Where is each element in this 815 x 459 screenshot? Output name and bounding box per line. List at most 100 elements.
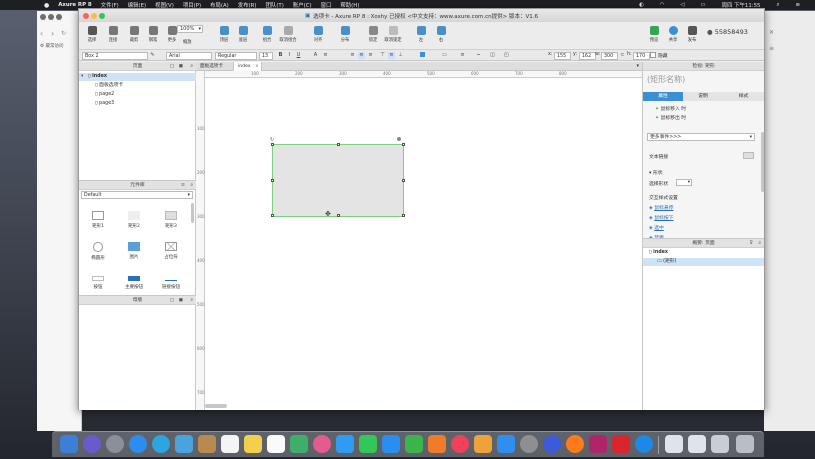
page-item-page3[interactable]: ▯ page3	[79, 100, 196, 108]
select-shape-dropdown[interactable]: ▾	[676, 179, 692, 186]
page-item-tab-panel[interactable]: ▯ 面板选项卡	[79, 82, 196, 90]
resize-handle[interactable]	[271, 179, 274, 182]
style-edit-icon[interactable]: ✎	[149, 52, 156, 59]
bold-icon[interactable]: B	[277, 52, 284, 59]
italic-icon[interactable]: I	[286, 52, 293, 59]
app-store-icon[interactable]	[497, 435, 515, 453]
border-width-icon[interactable]: ≡	[459, 52, 466, 59]
resize-handle[interactable]	[337, 143, 340, 146]
axure-rp-icon[interactable]	[589, 435, 607, 453]
right-button[interactable]: 右	[430, 24, 452, 46]
resize-handle[interactable]	[271, 214, 274, 217]
canvas-scrollbar[interactable]	[205, 404, 227, 408]
bookmark-most-visited[interactable]: ⚙ 最常访问	[40, 43, 63, 49]
resize-handle[interactable]	[402, 214, 405, 217]
align-left-icon[interactable]: ≡	[349, 52, 356, 59]
tab-index[interactable]: index ×	[234, 62, 262, 71]
page-item-index[interactable]: ▾ ▯ index	[79, 73, 196, 81]
widget-link-button[interactable]: 链接按钮	[158, 276, 184, 290]
firefox-icon[interactable]	[566, 435, 584, 453]
reload-icon[interactable]: ↻	[61, 30, 66, 37]
tab-notes[interactable]: 说明	[683, 92, 723, 101]
more-events-select[interactable]: 更多事件>>> ▾	[647, 133, 755, 141]
finder-icon[interactable]	[60, 435, 78, 453]
widget-button[interactable]: 按钮	[85, 276, 111, 290]
browser-zoom-button[interactable]	[56, 14, 62, 20]
outline-item-rectangle[interactable]: ▭ (矩形)	[643, 258, 764, 266]
facetime-icon[interactable]	[359, 435, 377, 453]
hidden-checkbox[interactable]	[650, 52, 656, 58]
outline-item-page[interactable]: ▯ index	[643, 249, 764, 257]
ungroup-button[interactable]: 取消组合	[277, 24, 299, 46]
shape-section-header[interactable]: ▾ 形状	[649, 169, 663, 176]
zoom-select[interactable]: 100% ▾	[177, 25, 203, 33]
group-button[interactable]: 组合	[256, 24, 278, 46]
safari-icon[interactable]	[129, 435, 147, 453]
browser-close-button[interactable]	[40, 14, 46, 20]
system-preferences-icon[interactable]	[520, 435, 538, 453]
books-icon[interactable]	[474, 435, 492, 453]
widget-box3[interactable]: 矩形3	[158, 211, 184, 229]
numbers-icon[interactable]	[405, 435, 423, 453]
search-icon[interactable]: ⌕	[758, 239, 761, 248]
minimize-button[interactable]	[91, 12, 97, 19]
menu-icon[interactable]: ≡	[181, 181, 185, 190]
event-mouse-leave[interactable]: ✦ 鼠标移出 时	[655, 114, 686, 121]
text-link-button[interactable]	[743, 152, 754, 159]
bullet-list-icon[interactable]: ≡	[322, 52, 329, 59]
resize-handle[interactable]	[271, 143, 274, 146]
music-icon[interactable]	[451, 435, 469, 453]
reminders-icon[interactable]	[267, 435, 285, 453]
telegram-icon[interactable]	[152, 435, 170, 453]
fill-color-icon[interactable]	[419, 52, 426, 59]
close-button[interactable]	[83, 12, 89, 19]
notes-icon[interactable]	[244, 435, 262, 453]
tab-style[interactable]: 样式	[723, 92, 764, 101]
messages-icon[interactable]	[336, 435, 354, 453]
add-page-icon[interactable]: ▢	[169, 62, 174, 71]
maps-icon[interactable]	[290, 435, 308, 453]
page-item-page2[interactable]: ▯ page2	[79, 91, 196, 99]
left-button[interactable]: 左	[410, 24, 432, 46]
inspector-scrollbar[interactable]	[761, 132, 764, 192]
photos-icon[interactable]	[175, 435, 193, 453]
shape-name-input[interactable]: (矩形名称)	[647, 74, 759, 86]
tabs-menu-icon[interactable]: ▾	[636, 62, 639, 71]
lock-ratio-icon[interactable]: ⊂	[619, 52, 626, 59]
style-link-selected[interactable]: ◈ 选中	[649, 224, 664, 231]
search-icon[interactable]: ⌕	[776, 2, 779, 9]
font-family-select[interactable]: Arial	[166, 51, 212, 60]
screenshots-stack-icon[interactable]	[711, 435, 729, 453]
border-style-icon[interactable]: ┅	[475, 52, 482, 59]
resize-handle[interactable]	[402, 143, 405, 146]
siri-icon[interactable]	[83, 435, 101, 453]
send-back-button[interactable]: 底层	[232, 24, 254, 46]
pages-icon[interactable]	[428, 435, 446, 453]
x-input[interactable]: 155	[554, 51, 571, 60]
trash-icon[interactable]	[736, 435, 754, 453]
align-right-icon[interactable]: ≡	[367, 52, 374, 59]
filter-icon[interactable]: ⊽	[749, 239, 753, 248]
corner-icon[interactable]: ◰	[503, 52, 510, 59]
add-folder-icon[interactable]: ▣	[178, 62, 183, 71]
widget-primary-button[interactable]: 主要按钮	[121, 276, 147, 290]
search-icon[interactable]: ⌕	[190, 296, 193, 305]
quicktime-icon[interactable]	[635, 435, 653, 453]
h-input[interactable]: 170	[633, 51, 650, 60]
style-link-hover[interactable]: ◈ 鼠标悬停	[649, 204, 673, 211]
zoom-button[interactable]	[99, 12, 105, 19]
crossover-icon[interactable]	[612, 435, 630, 453]
baidu-netdisk-icon[interactable]	[543, 435, 561, 453]
calendar-icon[interactable]	[221, 435, 239, 453]
add-master-icon[interactable]: ▢	[169, 296, 174, 305]
widget-ellipse[interactable]: 椭圆形	[85, 242, 111, 261]
widget-box1[interactable]: 矩形1	[85, 211, 111, 229]
align-center-icon[interactable]: ≡	[358, 52, 365, 59]
font-weight-select[interactable]: Regular	[215, 51, 257, 60]
forward-arrow-icon[interactable]: ›	[51, 29, 54, 38]
menu-icon[interactable]: ≡	[769, 45, 774, 52]
browser-minimize-button[interactable]	[48, 14, 54, 20]
add-folder-icon[interactable]: ▣	[178, 296, 183, 305]
widget-image[interactable]: 图片	[121, 242, 147, 260]
w-input[interactable]: 300	[601, 51, 618, 60]
